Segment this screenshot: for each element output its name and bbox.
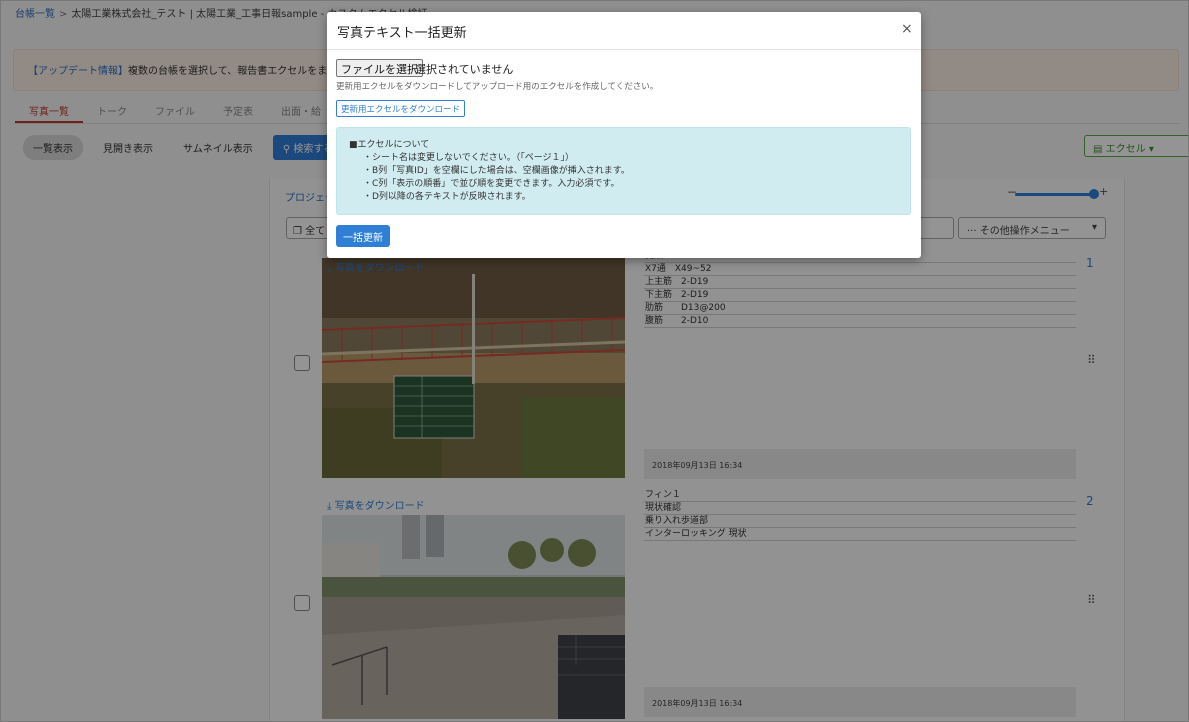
info-item: ・D列以降の各テキストが反映されます。	[363, 192, 531, 202]
help-text: 更新用エクセルをダウンロードしてアップロード用のエクセルを作成してください。	[336, 82, 659, 92]
close-icon[interactable]: ×	[901, 21, 913, 37]
modal-title: 写真テキスト一括更新	[337, 26, 467, 41]
info-item: ・シート名は変更しないでください。（「ページ１」）	[363, 153, 575, 163]
info-title: ■エクセルについて	[349, 140, 430, 150]
info-item: ・C列「表示の順番」で並び順を変更できます。入力必須です。	[363, 179, 620, 189]
bulk-update-button[interactable]: 一括更新	[336, 225, 390, 247]
excel-info-box: ■エクセルについて ・シート名は変更しないでください。（「ページ１」） ・B列「…	[336, 127, 911, 215]
download-template-button[interactable]: 更新用エクセルをダウンロード	[336, 100, 466, 117]
choose-file-button[interactable]: ファイルを選択	[336, 59, 423, 77]
file-status-text: 選択されていません	[415, 63, 514, 76]
info-item: ・B列「写真ID」を空欄にした場合は、空欄画像が挿入されます。	[363, 166, 630, 176]
modal-header: 写真テキスト一括更新 ×	[327, 12, 921, 50]
bulk-update-modal: 写真テキスト一括更新 × ファイルを選択 選択されていません 更新用エクセルをダ…	[327, 12, 921, 258]
